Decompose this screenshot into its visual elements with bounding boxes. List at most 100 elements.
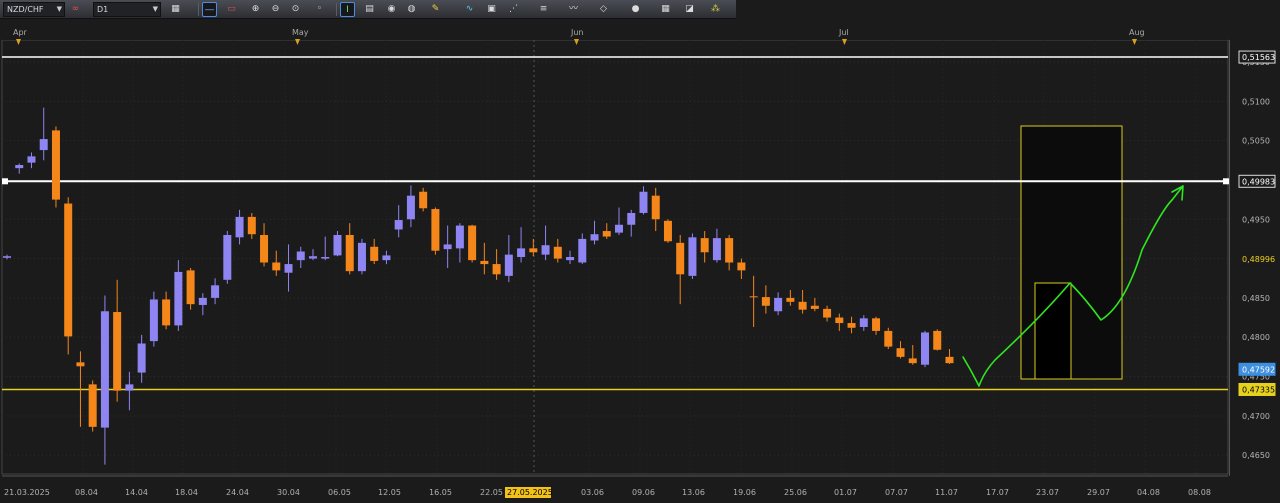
candle-body (663, 220, 672, 242)
date-label: 14.04 (125, 488, 148, 497)
candle-body (590, 234, 599, 241)
candle-body (872, 318, 881, 331)
candle-body (211, 285, 220, 298)
candle-body (39, 139, 48, 151)
candle-body (174, 271, 183, 326)
candle-body (333, 234, 342, 256)
price-tick-label: 0,4850 (1242, 294, 1270, 303)
candle-body (125, 384, 134, 391)
highlighted-date-label: 27.05.2025 (507, 488, 553, 497)
date-label: 29.07 (1087, 488, 1110, 497)
candle-body (27, 156, 36, 163)
candle-body (186, 270, 195, 305)
candle-body (3, 256, 11, 258)
price-tick-label: 0,5100 (1242, 97, 1270, 106)
candle-body (64, 203, 73, 337)
price-tick-label: 0,4650 (1242, 451, 1270, 460)
candle-body (884, 330, 893, 347)
candle-body (480, 260, 489, 265)
candle-body (945, 356, 954, 364)
date-label: 21.03.2025 (4, 488, 50, 497)
candle-body (321, 257, 330, 259)
candle-body (774, 297, 783, 312)
candle-body (810, 305, 819, 309)
candle-body (137, 343, 146, 373)
candle-body (921, 332, 929, 365)
candle-body (749, 296, 758, 298)
candle-body (504, 254, 513, 276)
date-label: 06.05 (328, 488, 351, 497)
candle-body (676, 242, 685, 275)
candle-body (431, 209, 440, 251)
candle-body (345, 234, 354, 272)
date-label: 08.04 (75, 488, 98, 497)
month-label: Apr (13, 28, 28, 37)
candle-body (455, 225, 464, 249)
candle-body (357, 242, 366, 272)
date-label: 24.04 (226, 488, 249, 497)
date-label: 09.06 (632, 488, 655, 497)
candle-body (847, 323, 856, 328)
candle-body (908, 358, 917, 364)
date-label: 19.06 (733, 488, 756, 497)
candle-body (88, 384, 97, 427)
date-label: 22.05 (480, 488, 503, 497)
price-tick-label: 0,5050 (1242, 137, 1270, 146)
candle-body (113, 312, 122, 391)
candle-body (835, 317, 844, 324)
candle-body (76, 362, 85, 367)
candle-body (370, 246, 379, 261)
candle-body (296, 251, 305, 261)
month-label: Jun (570, 28, 584, 37)
candle-body (615, 224, 623, 233)
candle-body (566, 257, 575, 261)
candle-body (272, 262, 281, 271)
month-axis (2, 22, 1228, 40)
candle-body (247, 216, 256, 235)
price-tick-label: 0,4700 (1242, 412, 1270, 421)
date-label: 01.07 (834, 488, 857, 497)
candle-body (761, 297, 770, 306)
month-label: Aug (1129, 28, 1145, 37)
candle-body (492, 264, 501, 275)
date-label: 25.06 (784, 488, 807, 497)
date-label: 04.08 (1137, 488, 1160, 497)
price-tag-label: 0,49983 (1242, 177, 1275, 186)
candle-body (602, 231, 611, 237)
projection-box-small[interactable] (1034, 282, 1072, 380)
candle-body (553, 246, 562, 259)
candle-body (859, 318, 868, 327)
price-tag-label: 0,51563 (1242, 53, 1275, 62)
candle-body (578, 238, 587, 263)
candle-body (823, 308, 832, 318)
candle-body (309, 256, 317, 259)
date-label: 23.07 (1036, 488, 1059, 497)
candle-body (419, 191, 428, 209)
price-tick-label: 0,4800 (1242, 333, 1270, 342)
candle-body (235, 216, 244, 238)
candle-body (223, 234, 232, 280)
candle-body (529, 248, 538, 253)
price-tick-label: 0,4950 (1242, 215, 1270, 224)
candle-body (712, 238, 721, 261)
candle-body (198, 297, 207, 305)
candle-body (786, 297, 795, 302)
candle-body (443, 244, 452, 250)
candle-body (627, 212, 636, 225)
candle-body (406, 195, 415, 220)
candle-body (725, 238, 734, 263)
date-label: 03.06 (581, 488, 604, 497)
candle-body (798, 301, 807, 310)
candle-body (896, 348, 905, 357)
date-label: 17.07 (986, 488, 1009, 497)
candle-body (260, 234, 269, 263)
price-chart[interactable]: AprMayJunJulAug 0,51500,51000,50500,5000… (0, 0, 1280, 503)
candle-body (651, 195, 660, 220)
price-tag-label: 0,48996 (1242, 255, 1275, 264)
candle-body (100, 311, 109, 428)
candle-body (284, 264, 293, 273)
candle-body (15, 165, 24, 169)
candle-body (700, 238, 709, 253)
date-label: 07.07 (885, 488, 908, 497)
date-label: 11.07 (935, 488, 958, 497)
